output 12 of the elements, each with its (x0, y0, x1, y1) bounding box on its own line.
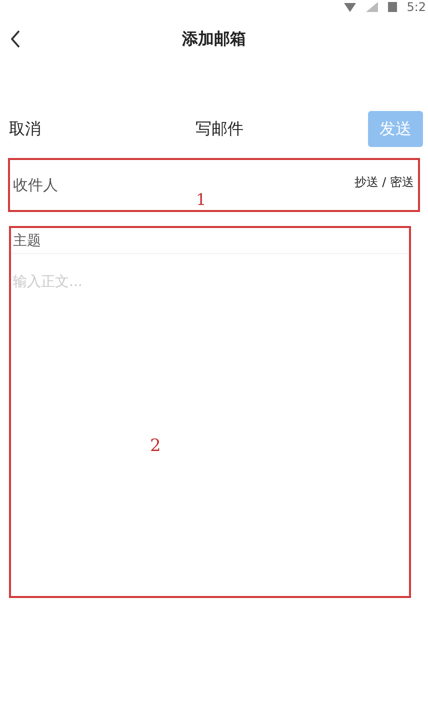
compose-title: 写邮件 (196, 118, 244, 140)
subject-field[interactable]: 主题 (11, 228, 409, 254)
status-time: 5:2 (406, 1, 427, 13)
cancel-button[interactable]: 取消 (9, 117, 41, 141)
page-title: 添加邮箱 (182, 28, 246, 50)
annotation-number: 2 (150, 435, 161, 458)
back-icon (11, 30, 21, 48)
battery-icon (388, 2, 397, 12)
wifi-icon (344, 2, 356, 12)
signal-icon (366, 2, 378, 12)
annotation-number: 1 (196, 189, 206, 211)
cc-bcc-button[interactable]: 抄送 / 密送 (354, 173, 414, 191)
